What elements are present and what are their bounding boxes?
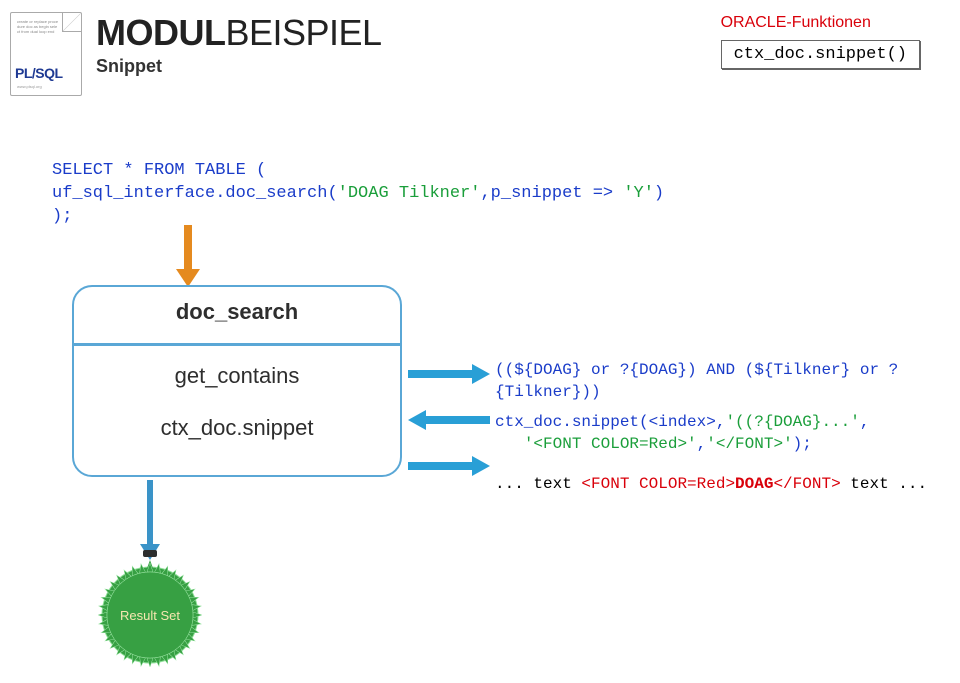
title-block: MODULBEISPIEL Snippet xyxy=(96,12,382,96)
diagram-title: doc_search xyxy=(74,299,400,325)
arrow-down-icon xyxy=(176,225,200,289)
arrow-right-icon xyxy=(408,364,490,384)
diagram-box: doc_search get_contains ctx_doc.snippet xyxy=(72,285,402,477)
ctx-doc-snippet-box: ctx_doc.snippet() xyxy=(721,40,920,69)
diagram-row-ctxdoc: ctx_doc.snippet xyxy=(74,415,400,441)
diagram-divider xyxy=(72,343,402,346)
arrow-left-icon xyxy=(408,410,490,430)
page-title: MODULBEISPIEL xyxy=(96,12,382,54)
result-set-burst: Result Set xyxy=(95,560,205,670)
sql-code: SELECT * FROM TABLE ( uf_sql_interface.d… xyxy=(52,160,664,229)
output-getcontains: ((${DOAG} or ?{DOAG}) AND (${Tilkner} or… xyxy=(495,360,935,403)
page-subtitle: Snippet xyxy=(96,56,382,77)
result-set-label: Result Set xyxy=(120,608,180,623)
arrow-down-icon xyxy=(140,480,160,564)
plsql-label: PL/SQL xyxy=(15,65,63,81)
output-result-text: ... text <FONT COLOR=Red>DOAG</FONT> tex… xyxy=(495,474,935,496)
header-right: ORACLE-Funktionen ctx_doc.snippet() xyxy=(721,14,920,69)
output-snippet-call: ctx_doc.snippet(<index>,'((?{DOAG}...', … xyxy=(495,412,935,455)
arrow-right-icon xyxy=(408,456,490,476)
plsql-file-icon: create or replace procedure doc as begin… xyxy=(10,12,82,96)
diagram-row-getcontains: get_contains xyxy=(74,363,400,389)
oracle-functions-label: ORACLE-Funktionen xyxy=(721,14,920,32)
